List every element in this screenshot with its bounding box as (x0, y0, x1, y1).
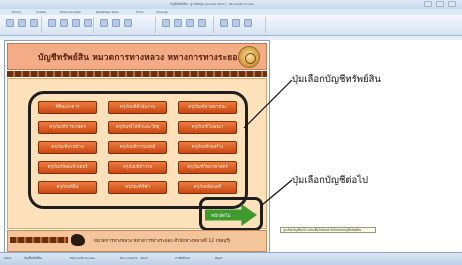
title-icon[interactable] (174, 19, 182, 27)
logo-icon[interactable] (162, 19, 170, 27)
view-icon[interactable] (6, 19, 14, 27)
gridlines-icon[interactable] (124, 19, 132, 27)
form-banner: บัญชีทรัพย์สิน หมวดการทางหลวง หทางการทาง… (7, 43, 267, 70)
format-icon[interactable] (30, 19, 38, 27)
tab-database-tools[interactable]: Database Tools (96, 10, 119, 14)
tab-arrange[interactable]: Arrange (156, 10, 168, 14)
number-format-icon[interactable] (112, 19, 120, 27)
tab-create[interactable]: Create (36, 10, 46, 14)
menu-button-11[interactable]: ครุภัณฑ์สำรวจ (108, 161, 167, 174)
ribbon (0, 15, 462, 36)
menu-button-4[interactable]: ครุภัณฑ์การเกษตร (38, 121, 97, 134)
menu-button-5[interactable]: ครุภัณฑ์ไฟฟ้าและวิทยุ (108, 121, 167, 134)
menu-button-13[interactable]: ครุภัณฑ์อื่น (38, 181, 97, 194)
window-titlebar: บัญชีทรัพย์สิน : ฐานข้อมูล (Access 2007)… (0, 0, 462, 9)
ribbon-group-tools (216, 17, 266, 33)
window-title: บัญชีทรัพย์สิน : ฐานข้อมูล (Access 2007)… (170, 2, 254, 6)
menu-button-9[interactable]: ครุภัณฑ์ก่อสร้าง (178, 141, 237, 154)
main-menu-form: บัญชีทรัพย์สิน หมวดการทางหลวง หทางการทาง… (4, 40, 270, 254)
department-seal-icon (238, 46, 260, 68)
menu-button-8[interactable]: ครุภัณฑ์การแพทย์ (108, 141, 167, 154)
menu-button-6[interactable]: ครุภัณฑ์โฆษณา (178, 121, 237, 134)
page-number-icon[interactable] (186, 19, 194, 27)
ribbon-group-formatting (96, 17, 156, 33)
next-page-button[interactable]: หน้าถัดไป (205, 204, 257, 226)
menu-button-2[interactable]: ครุภัณฑ์สำนักงาน (108, 101, 167, 114)
taskbar-item-1[interactable]: บัญชีทรัพย์สิน (24, 256, 42, 261)
tooltip: ปุ่มเลือกบัญชีต่อไป คลิกเพื่อไปยังหน้าถั… (280, 227, 376, 233)
tab-home[interactable]: Home (12, 10, 21, 14)
emblem-icon (71, 234, 85, 246)
tab-form[interactable]: Form (136, 10, 144, 14)
date-time-icon[interactable] (198, 19, 206, 27)
callout-buttons-label: ปุ่มเลือกบัญชีทรัพย์สิน (292, 74, 381, 85)
next-page-label: หน้าถัดไป (211, 214, 231, 219)
add-fields-icon[interactable] (220, 19, 228, 27)
font-icon[interactable] (48, 19, 56, 27)
ribbon-group-views (2, 17, 42, 33)
window-controls (424, 1, 456, 7)
ribbon-group-font (44, 17, 94, 33)
menu-button-7[interactable]: ครุภัณฑ์งานบ้าน (38, 141, 97, 154)
menu-button-12[interactable]: ครุภัณฑ์วิทยาศาสตร์ (178, 161, 237, 174)
taskbar-item-2[interactable]: Microsoft Access (70, 256, 95, 260)
paste-icon[interactable] (18, 19, 26, 27)
form-footer: หมวดการทางหลวง หทางการทางระยอง สำนักทางห… (7, 230, 267, 252)
property-sheet-icon[interactable] (232, 19, 240, 27)
taskbar-item-3[interactable]: Document1 - Word (120, 256, 148, 260)
menu-button-15[interactable]: ครุภัณฑ์ดนตรี (178, 181, 237, 194)
form-title: บัญชีทรัพย์สิน หมวดการทางหลวง หทางการทาง… (38, 52, 242, 62)
close-button[interactable] (448, 1, 456, 7)
footer-text: หมวดการทางหลวง หทางการทางระยอง สำนักทางห… (94, 239, 231, 244)
taskbar-item-4[interactable]: ภาพหน้าจอ (175, 256, 190, 261)
start-button[interactable]: start (4, 256, 11, 260)
ribbon-group-controls (158, 17, 214, 33)
color-icon[interactable] (84, 19, 92, 27)
bold-icon[interactable] (60, 19, 68, 27)
taskbar: start บัญชีทรัพย์สิน Microsoft Access Do… (0, 252, 462, 265)
tab-external-data[interactable]: External Data (60, 10, 81, 14)
decorative-stripe (7, 71, 267, 77)
align-icon[interactable] (72, 19, 80, 27)
menu-button-14[interactable]: ครุภัณฑ์กีฬา (108, 181, 167, 194)
taskbar-item-5[interactable]: Paint (215, 256, 222, 260)
menu-button-1[interactable]: ที่ดิน/อาคาร (38, 101, 97, 114)
footer-stripe (10, 237, 68, 243)
tab-order-icon[interactable] (244, 19, 252, 27)
callout-next-label: ปุ่มเลือกบัญชีต่อไป (292, 175, 369, 186)
minimize-button[interactable] (424, 1, 432, 7)
conditional-icon[interactable] (100, 19, 108, 27)
menu-button-10[interactable]: ครุภัณฑ์คอมพิวเตอร์ (38, 161, 97, 174)
menu-button-3[interactable]: ครุภัณฑ์ยานพาหนะ (178, 101, 237, 114)
maximize-button[interactable] (436, 1, 444, 7)
